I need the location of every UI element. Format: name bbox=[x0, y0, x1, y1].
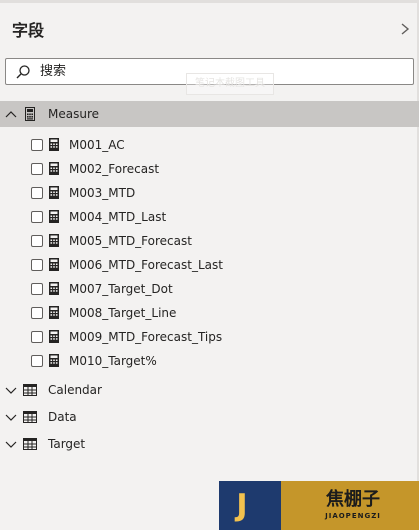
pane-header: 字段 bbox=[0, 12, 419, 48]
field-label: M009_MTD_Forecast_Tips bbox=[69, 330, 223, 344]
calculator-icon bbox=[25, 107, 35, 121]
calculator-icon bbox=[49, 162, 59, 175]
top-divider bbox=[0, 0, 419, 3]
table-node-data[interactable]: Data bbox=[0, 404, 419, 431]
table-node-label: Data bbox=[48, 410, 77, 424]
chevron-down-icon bbox=[5, 414, 17, 421]
calculator-icon bbox=[49, 282, 59, 295]
logo-name-cn: 焦棚子 bbox=[326, 489, 380, 510]
field-checkbox[interactable] bbox=[31, 331, 43, 343]
field-row[interactable]: M003_MTD bbox=[0, 181, 419, 205]
table-node-label: Measure bbox=[48, 107, 99, 121]
table-icon bbox=[23, 438, 37, 450]
logo-letter: J bbox=[236, 488, 248, 523]
calculator-icon bbox=[49, 354, 59, 367]
field-checkbox[interactable] bbox=[31, 211, 43, 223]
field-label: M004_MTD_Last bbox=[69, 210, 167, 224]
field-row[interactable]: M007_Target_Dot bbox=[0, 277, 419, 301]
calculator-icon bbox=[49, 186, 59, 199]
brand-logo: J 焦棚子 JIAOPENGZI bbox=[219, 481, 419, 530]
field-row[interactable]: M002_Forecast bbox=[0, 157, 419, 181]
field-checkbox[interactable] bbox=[31, 259, 43, 271]
calculator-icon bbox=[49, 330, 59, 343]
field-row[interactable]: M001_AC bbox=[0, 133, 419, 157]
field-row[interactable]: M008_Target_Line bbox=[0, 301, 419, 325]
field-checkbox[interactable] bbox=[31, 283, 43, 295]
collapse-pane-button[interactable] bbox=[396, 19, 414, 39]
field-checkbox[interactable] bbox=[31, 355, 43, 367]
field-label: M006_MTD_Forecast_Last bbox=[69, 258, 223, 272]
table-icon bbox=[23, 411, 37, 423]
table-node-calendar[interactable]: Calendar bbox=[0, 377, 419, 404]
field-checkbox[interactable] bbox=[31, 139, 43, 151]
chevron-down-icon bbox=[5, 441, 17, 448]
search-icon bbox=[16, 65, 30, 79]
field-label: M003_MTD bbox=[69, 186, 136, 200]
field-label: M005_MTD_Forecast bbox=[69, 234, 192, 248]
calculator-icon bbox=[49, 138, 59, 151]
table-node-label: Target bbox=[48, 437, 86, 451]
calculator-icon bbox=[49, 210, 59, 223]
calculator-icon bbox=[49, 234, 59, 247]
chevron-right-icon bbox=[401, 23, 410, 35]
field-checkbox[interactable] bbox=[31, 187, 43, 199]
chevron-down-icon bbox=[5, 387, 17, 394]
field-row[interactable]: M004_MTD_Last bbox=[0, 205, 419, 229]
field-row[interactable]: M006_MTD_Forecast_Last bbox=[0, 253, 419, 277]
field-label: M001_AC bbox=[69, 138, 125, 152]
screenshot-watermark: 笔记本截图工具 bbox=[186, 73, 274, 95]
field-row[interactable]: M005_MTD_Forecast bbox=[0, 229, 419, 253]
chevron-up-icon bbox=[5, 111, 17, 118]
table-icon bbox=[23, 384, 37, 396]
calculator-icon bbox=[49, 258, 59, 271]
calculator-icon bbox=[49, 306, 59, 319]
field-checkbox[interactable] bbox=[31, 235, 43, 247]
logo-name-en: JIAOPENGZI bbox=[325, 512, 381, 520]
field-checkbox[interactable] bbox=[31, 307, 43, 319]
field-row[interactable]: M010_Target% bbox=[0, 349, 419, 373]
field-label: M002_Forecast bbox=[69, 162, 160, 176]
field-label: M008_Target_Line bbox=[69, 306, 177, 320]
fields-tree: Measure M001_AC M002_Forecast M003_MTD M… bbox=[0, 101, 419, 458]
field-label: M007_Target_Dot bbox=[69, 282, 173, 296]
field-row[interactable]: M009_MTD_Forecast_Tips bbox=[0, 325, 419, 349]
pane-title: 字段 bbox=[12, 21, 45, 40]
table-node-target[interactable]: Target bbox=[0, 431, 419, 458]
field-checkbox[interactable] bbox=[31, 163, 43, 175]
measure-field-list: M001_AC M002_Forecast M003_MTD M004_MTD_… bbox=[0, 127, 419, 377]
field-label: M010_Target% bbox=[69, 354, 157, 368]
table-node-label: Calendar bbox=[48, 383, 102, 397]
table-node-measure[interactable]: Measure bbox=[0, 101, 419, 127]
